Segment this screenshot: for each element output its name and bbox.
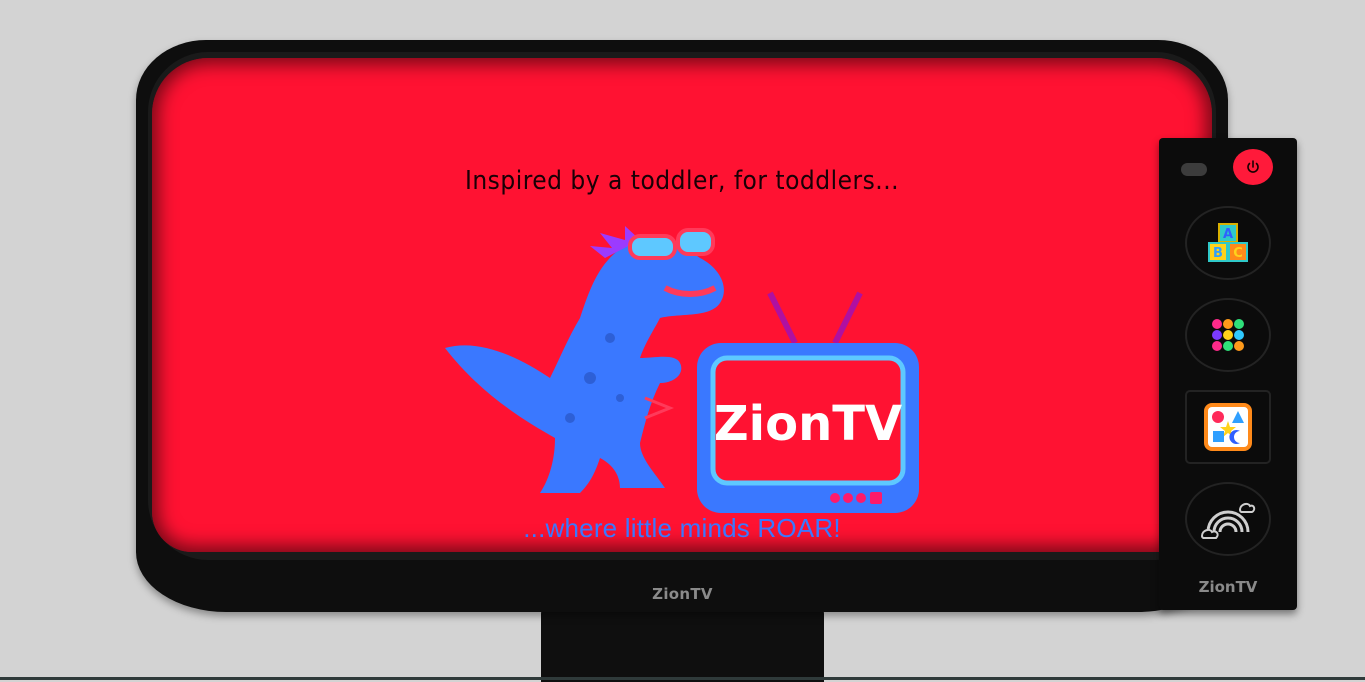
shapes-button[interactable] bbox=[1187, 392, 1269, 462]
remote-control: A B C ZionTV bbox=[1159, 138, 1297, 610]
ziontv-logo: ZionTV bbox=[445, 226, 919, 513]
remote-brand-label: ZionTV bbox=[1198, 578, 1258, 596]
remote-indicator-light bbox=[1181, 163, 1207, 176]
svg-text:C: C bbox=[1233, 246, 1243, 261]
tv-screen: Inspired by a toddler, for toddlers... Z… bbox=[152, 58, 1212, 552]
tagline: Inspired by a toddler, for toddlers... bbox=[464, 166, 900, 196]
power-icon bbox=[1247, 160, 1259, 173]
rainbow-button[interactable] bbox=[1187, 484, 1269, 554]
svg-text:B: B bbox=[1213, 246, 1223, 261]
abc-blocks-icon: A B C bbox=[1208, 223, 1248, 262]
abc-button[interactable]: A B C bbox=[1187, 208, 1269, 278]
dinosaur-icon bbox=[445, 226, 724, 493]
tv-brand-label: ZionTV bbox=[652, 585, 713, 603]
tv-stand bbox=[541, 600, 824, 682]
slogan: ...where little minds ROAR! bbox=[523, 513, 841, 543]
shapes-icon bbox=[1204, 403, 1252, 451]
numbers-button[interactable] bbox=[1187, 300, 1269, 370]
svg-text:A: A bbox=[1223, 227, 1233, 242]
logo-text: ZionTV bbox=[714, 396, 902, 452]
power-button[interactable] bbox=[1233, 149, 1273, 185]
numbers-icon bbox=[1212, 319, 1244, 351]
rainbow-icon bbox=[1200, 502, 1256, 539]
